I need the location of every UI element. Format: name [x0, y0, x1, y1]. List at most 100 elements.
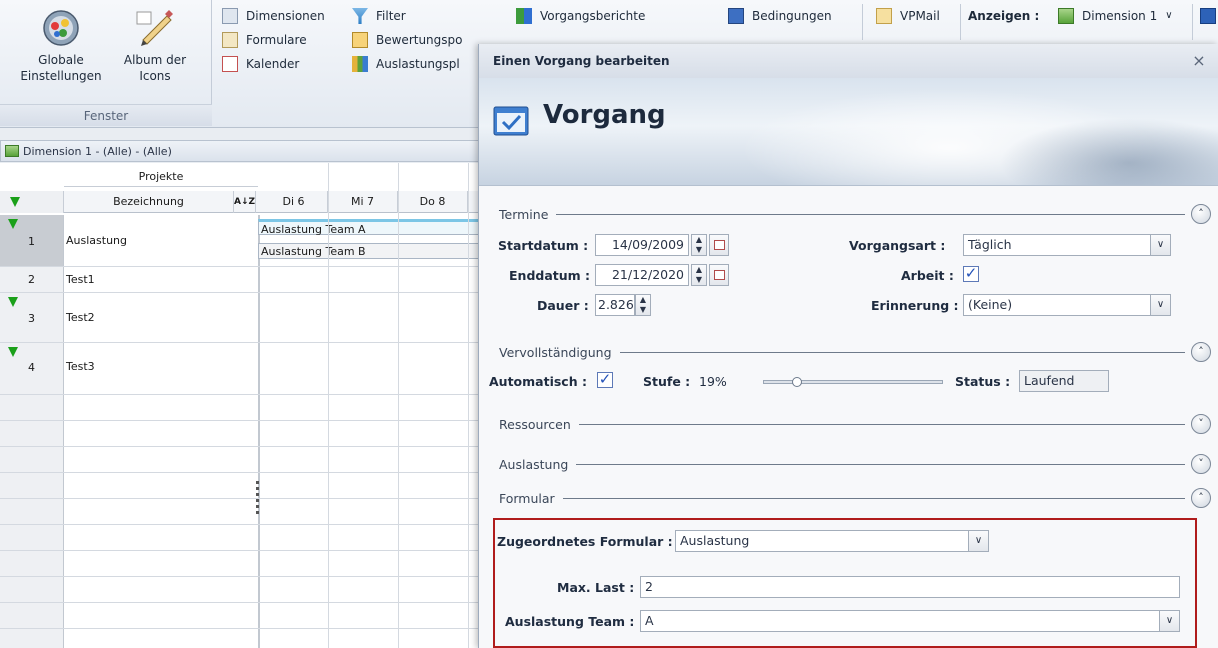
dimensionen-button[interactable]: Dimensionen: [222, 5, 325, 27]
max-last-field[interactable]: 2: [640, 576, 1180, 598]
row-number: 1: [28, 235, 35, 248]
header-day-1: Di 6: [260, 191, 328, 213]
column-gap: [258, 343, 260, 394]
expand-chevron-down-icon[interactable]: ˅: [1191, 454, 1211, 474]
stufe-slider-thumb[interactable]: [792, 377, 803, 387]
bedingungen-button[interactable]: Bedingungen: [728, 5, 832, 27]
empty-row: [0, 447, 480, 473]
row-name: Auslastung: [66, 234, 127, 247]
auslastung-team-select[interactable]: A ∨: [640, 610, 1180, 632]
enddatum-calendar-button[interactable]: [709, 264, 729, 286]
banner-title: Vorgang: [543, 100, 666, 130]
section-title: Formular: [499, 490, 555, 506]
separator: [862, 4, 863, 40]
zugeordnetes-formular-select[interactable]: Auslastung ∨: [675, 530, 989, 552]
collapse-chevron-up-icon[interactable]: ˄: [1191, 342, 1211, 362]
bedingungen-label: Bedingungen: [752, 9, 832, 23]
startdatum-field[interactable]: 14/09/2009: [595, 234, 689, 256]
auslastungsplan-button[interactable]: Auslastungspl: [352, 53, 472, 75]
global-settings-button[interactable]: Globale Einstellungen: [16, 6, 106, 96]
column-gap: [258, 447, 260, 472]
section-title: Auslastung: [499, 456, 569, 472]
sort-az-icon[interactable]: A↓Z: [234, 191, 256, 213]
dialog-banner: Vorgang: [479, 78, 1218, 186]
column-gap: [258, 525, 260, 550]
row-number-cell: 3: [0, 293, 64, 342]
row-number-cell: 1: [0, 215, 64, 266]
grid-title: Dimension 1 - (Alle) - (Alle): [23, 144, 172, 158]
table-row[interactable]: 3 Test2: [0, 293, 480, 343]
vorgangsberichte-button[interactable]: Vorgangsberichte: [516, 5, 645, 27]
save-icon: [1200, 8, 1216, 24]
kalender-button[interactable]: Kalender: [222, 53, 299, 75]
row-number-cell: [0, 395, 64, 420]
collapse-chevron-up-icon[interactable]: ˄: [1191, 204, 1211, 224]
expand-chevron-down-icon[interactable]: ˅: [1191, 414, 1211, 434]
table-row[interactable]: 1 Auslastung Auslastung Team A Auslastun…: [0, 215, 480, 267]
empty-row: [0, 499, 480, 525]
startdatum-spinner[interactable]: ▲ ▼: [691, 234, 707, 256]
zugeordnetes-formular-value: Auslastung: [680, 533, 750, 548]
section-formular: Formular ˄: [499, 488, 1218, 508]
arbeit-label: Arbeit :: [901, 268, 954, 283]
collapse-chevron-up-icon[interactable]: ˄: [1191, 488, 1211, 508]
section-title: Ressourcen: [499, 416, 571, 432]
filter-triangle-icon: [10, 197, 20, 207]
row-number: 3: [28, 312, 35, 325]
icon-album-button[interactable]: Album der Icons: [110, 6, 200, 96]
table-row[interactable]: 4 Test3: [0, 343, 480, 395]
status-label: Status :: [955, 374, 1011, 389]
filter-button[interactable]: Filter: [352, 5, 406, 27]
dauer-field[interactable]: 2.826: [595, 294, 635, 316]
anzeigen-dropdown[interactable]: Dimension 1 ∨: [1058, 5, 1173, 27]
splitter-handle[interactable]: [256, 481, 259, 523]
bewertungspunkte-button[interactable]: Bewertungspo: [352, 29, 472, 51]
empty-row: [0, 421, 480, 447]
empty-row: [0, 577, 480, 603]
icon-album-label: Album der Icons: [123, 53, 187, 83]
grid-title-bar: Dimension 1 - (Alle) - (Alle): [0, 140, 480, 162]
filter-icon: [352, 8, 368, 24]
table-row[interactable]: 2 Test1: [0, 267, 480, 293]
enddatum-field[interactable]: 21/12/2020: [595, 264, 689, 286]
dimensionen-label: Dimensionen: [246, 9, 325, 23]
section-divider: [562, 497, 1185, 499]
gantt-bar-team-b[interactable]: Auslastung Team B: [258, 243, 480, 259]
erinnerung-select[interactable]: (Keine) ∨: [963, 294, 1171, 316]
formulare-button[interactable]: Formulare: [222, 29, 307, 51]
section-divider: [578, 423, 1185, 425]
vorgangsart-select[interactable]: Täglich ∨: [963, 234, 1171, 256]
automatisch-checkbox[interactable]: ✓: [597, 372, 613, 388]
row-number-cell: [0, 551, 64, 576]
column-gap: [258, 551, 260, 576]
arbeit-checkbox[interactable]: ✓: [963, 266, 979, 282]
table-icon: [222, 8, 238, 24]
section-title: Vervollständigung: [499, 344, 612, 360]
erinnerung-label: Erinnerung :: [871, 298, 959, 313]
gantt-bar-team-a[interactable]: Auslastung Team A: [258, 219, 480, 236]
formulare-label: Formulare: [246, 33, 307, 47]
day-gridline: [468, 163, 469, 648]
spin-down-icon: ▼: [695, 275, 703, 284]
vorgangsart-value: Täglich: [968, 237, 1012, 252]
save-button[interactable]: [1200, 5, 1218, 27]
enddatum-spinner[interactable]: ▲ ▼: [691, 264, 707, 286]
stufe-slider[interactable]: [763, 380, 943, 384]
form-highlight-box: Zugeordnetes Formular : Auslastung ∨ Max…: [493, 518, 1197, 648]
dialog-content: Termine ˄ Startdatum : 14/09/2009 ▲ ▼ End…: [479, 186, 1218, 648]
zugeordnetes-formular-label: Zugeordnetes Formular :: [497, 534, 673, 549]
section-vervollstaendigung: Vervollständigung ˄: [499, 342, 1218, 362]
vpmail-button[interactable]: VPMail: [876, 5, 940, 27]
column-gap: [258, 421, 260, 446]
header-bezeichnung[interactable]: Bezeichnung: [64, 191, 234, 213]
global-settings-label: Globale Einstellungen: [20, 53, 102, 83]
kalender-label: Kalender: [246, 57, 300, 71]
close-icon[interactable]: ×: [1190, 52, 1208, 70]
section-divider: [619, 351, 1185, 353]
startdatum-calendar-button[interactable]: [709, 234, 729, 256]
anzeigen-label: Anzeigen :: [968, 9, 1040, 23]
empty-row: [0, 603, 480, 629]
calendar-icon: [714, 270, 725, 280]
dauer-spinner[interactable]: ▲ ▼: [635, 294, 651, 316]
globe-settings-icon: [43, 10, 79, 46]
